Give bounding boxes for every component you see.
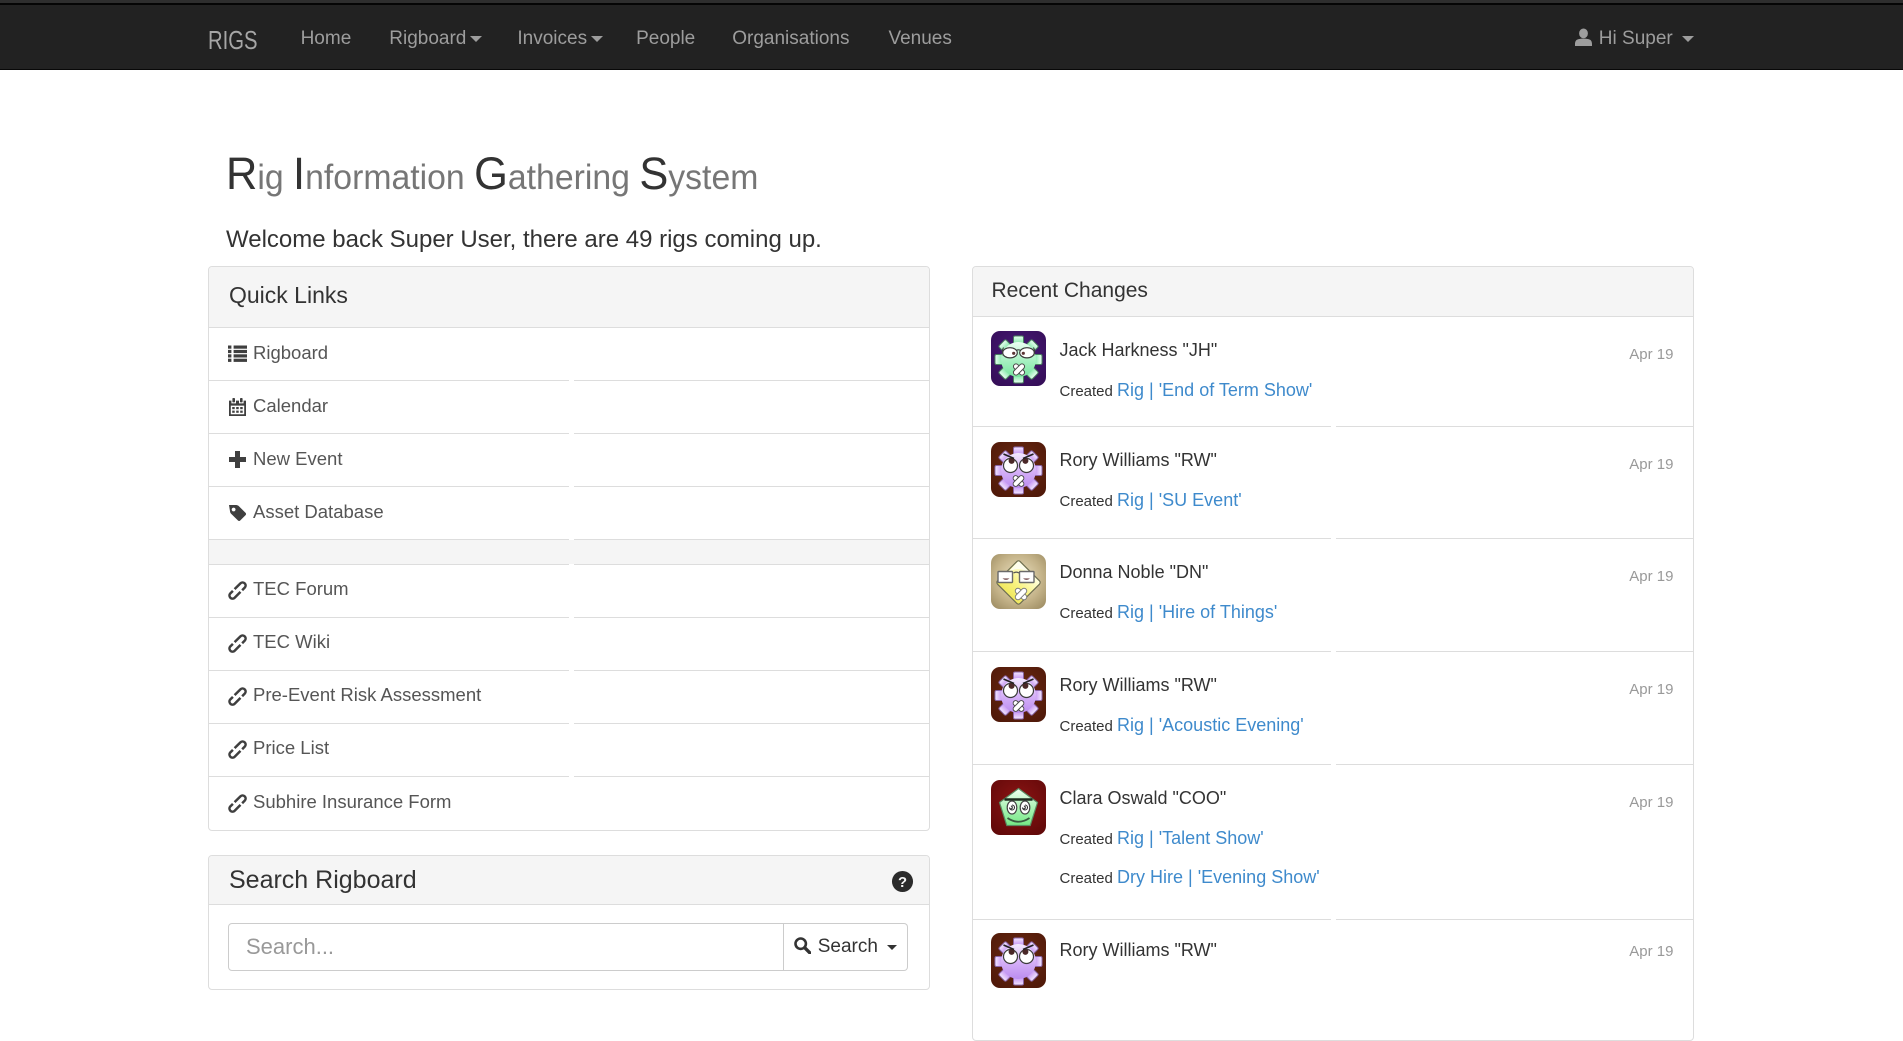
svg-text:?: ? (898, 875, 907, 891)
